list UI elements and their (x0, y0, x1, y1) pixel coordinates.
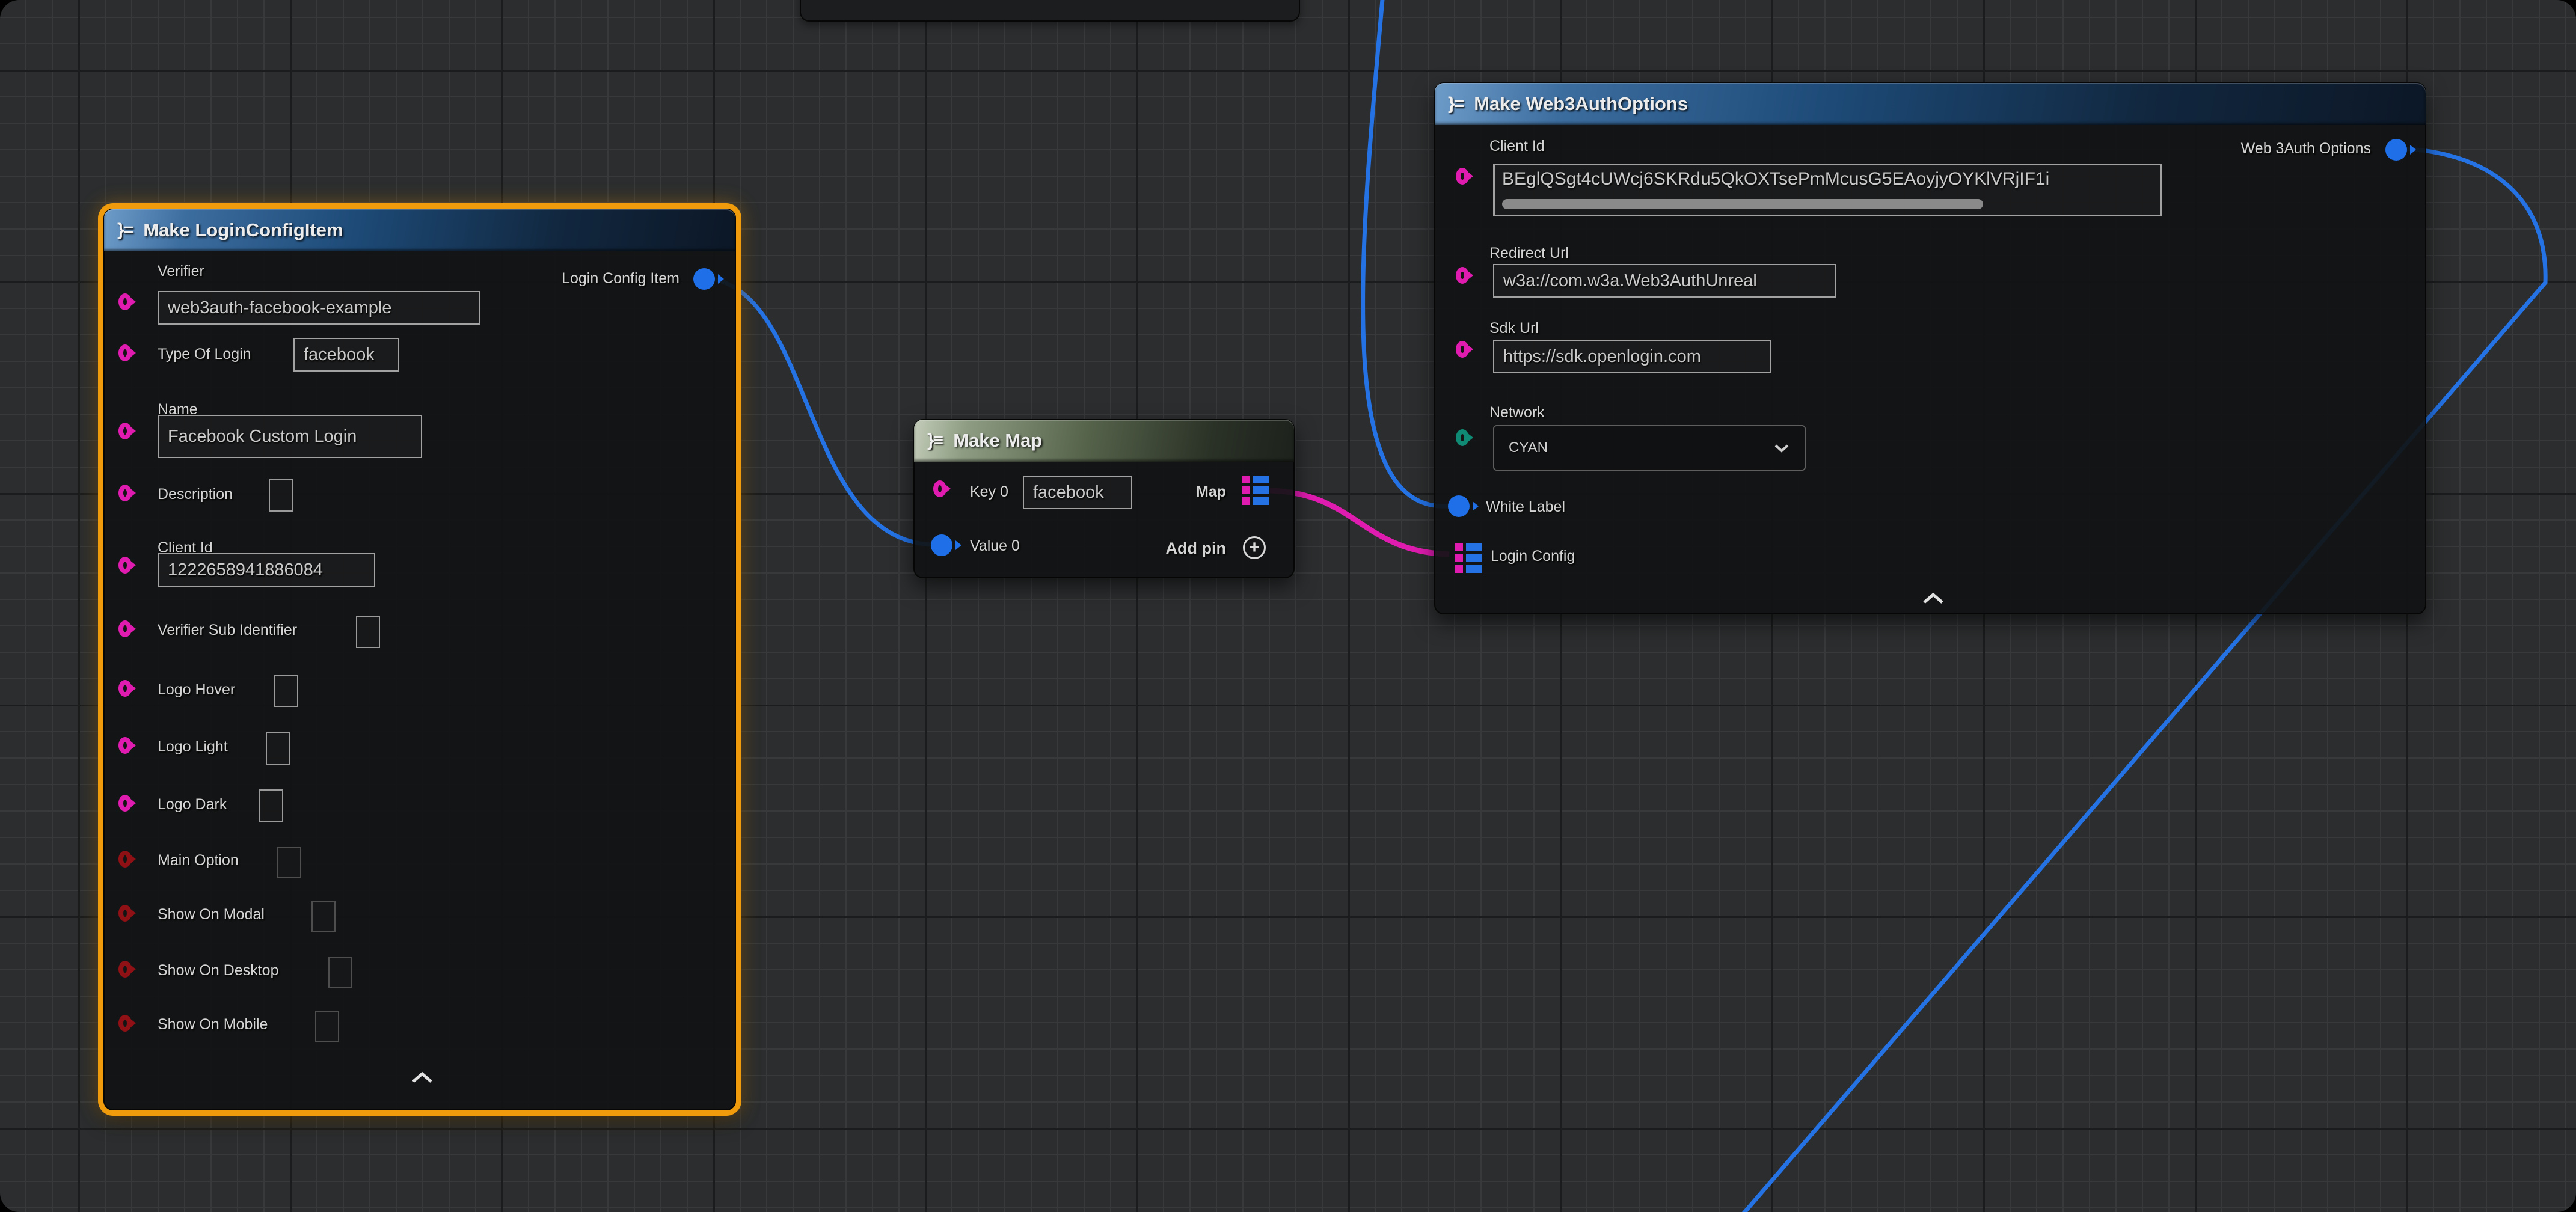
verifier-sub-identifier-input[interactable] (356, 616, 380, 648)
logo-dark-input[interactable] (259, 789, 283, 822)
node-header[interactable]: }≡ Make Map (914, 420, 1294, 462)
node-title: Make Web3AuthOptions (1474, 93, 1688, 115)
blueprint-graph-canvas[interactable]: }= Make LoginConfigItem Login Config Ite… (0, 0, 2576, 1212)
pin-label-logo-dark: Logo Dark (158, 796, 227, 813)
name-input[interactable]: Facebook Custom Login (158, 415, 422, 458)
pin-label-key-0: Key 0 (970, 483, 1008, 501)
client-id-input[interactable]: 1222658941886084 (158, 553, 375, 587)
pin-label-value-0: Value 0 (970, 537, 1020, 555)
node-title: Make Map (953, 430, 1042, 451)
sdk-url-input[interactable]: https://sdk.openlogin.com (1493, 340, 1771, 373)
node-make-web3authoptions[interactable]: }= Make Web3AuthOptions Web 3Auth Option… (1434, 82, 2426, 614)
pin-label-show-on-modal: Show On Modal (158, 906, 265, 923)
logo-light-input[interactable] (266, 732, 290, 765)
logo-hover-input[interactable] (274, 675, 298, 707)
pin-login-config-item-output[interactable] (693, 268, 715, 290)
map-output-pin-icon[interactable] (1242, 476, 1269, 505)
output-label: Web 3Auth Options (2241, 140, 2371, 158)
pin-logo-hover[interactable] (118, 680, 132, 697)
pin-label-main-option: Main Option (158, 852, 239, 869)
pin-label-type-of-login: Type Of Login (158, 346, 251, 363)
pin-label-client-id: Client Id (1489, 138, 1545, 155)
show-on-mobile-checkbox[interactable] (315, 1011, 339, 1042)
collapse-chevron-button[interactable] (409, 1071, 435, 1088)
wire-loginconfigitem-to-value0[interactable] (702, 278, 933, 545)
show-on-modal-checkbox[interactable] (311, 901, 336, 932)
pin-label-login-config: Login Config (1491, 548, 1575, 565)
pin-label-white-label: White Label (1486, 498, 1565, 516)
pin-label-verifier: Verifier (158, 263, 204, 280)
pin-logo-light[interactable] (118, 737, 132, 754)
pin-description[interactable] (118, 485, 132, 501)
type-of-login-input[interactable]: facebook (293, 338, 399, 372)
pin-client-id[interactable] (1456, 168, 1469, 185)
add-pin-button[interactable]: + (1243, 536, 1266, 559)
key-0-input[interactable]: facebook (1023, 476, 1132, 509)
pin-logo-dark[interactable] (118, 795, 132, 812)
pin-web3auth-options-output[interactable] (2385, 139, 2407, 161)
client-id-scrollbar[interactable] (1502, 199, 1983, 209)
pin-white-label[interactable] (1448, 495, 1470, 517)
pin-label-verifier-sub-identifier: Verifier Sub Identifier (158, 622, 297, 639)
redirect-url-input[interactable]: w3a://com.w3a.Web3AuthUnreal (1493, 264, 1836, 298)
pin-show-on-mobile[interactable] (118, 1015, 132, 1032)
make-struct-icon: }= (1448, 94, 1463, 114)
pin-type-of-login[interactable] (118, 344, 132, 361)
network-dropdown[interactable]: CYAN (1493, 425, 1806, 471)
pin-sdk-url[interactable] (1456, 341, 1469, 358)
description-input[interactable] (269, 479, 293, 512)
pin-name[interactable] (118, 423, 132, 439)
pin-label-show-on-mobile: Show On Mobile (158, 1016, 268, 1033)
pin-verifier[interactable] (118, 293, 132, 310)
pin-redirect-url[interactable] (1456, 267, 1469, 284)
main-option-checkbox[interactable] (277, 847, 301, 878)
make-struct-icon: }= (117, 220, 132, 240)
make-map-icon: }≡ (927, 430, 942, 451)
node-header[interactable]: }= Make LoginConfigItem (104, 209, 735, 251)
pin-label-logo-light: Logo Light (158, 738, 228, 756)
node-header[interactable]: }= Make Web3AuthOptions (1435, 83, 2426, 125)
offscreen-node-fragment[interactable] (800, 0, 1300, 22)
pin-main-option[interactable] (118, 851, 132, 868)
pin-network[interactable] (1456, 429, 1469, 446)
network-selected-value: CYAN (1509, 439, 1548, 456)
pin-label-network: Network (1489, 404, 1545, 421)
node-title: Make LoginConfigItem (143, 219, 343, 241)
pin-show-on-modal[interactable] (118, 905, 132, 922)
pin-value-0[interactable] (931, 534, 952, 556)
pin-label-show-on-desktop: Show On Desktop (158, 962, 279, 979)
pin-verifier-sub-identifier[interactable] (118, 620, 132, 637)
node-make-loginconfigitem[interactable]: }= Make LoginConfigItem Login Config Ite… (103, 209, 736, 1110)
client-id-text: BEglQSgt4cUWcj6SKRdu5QkOXTsePmMcusG5EAoy… (1502, 169, 2049, 189)
show-on-desktop-checkbox[interactable] (328, 957, 352, 988)
pin-client-id[interactable] (118, 557, 132, 574)
chevron-down-icon (1773, 443, 1790, 453)
pin-label-description: Description (158, 486, 233, 503)
pin-label-redirect-url: Redirect Url (1489, 245, 1569, 262)
client-id-input[interactable]: BEglQSgt4cUWcj6SKRdu5QkOXTsePmMcusG5EAoy… (1493, 164, 2162, 216)
node-make-map[interactable]: }≡ Make Map Key 0 facebook Map Value 0 A… (913, 419, 1295, 578)
pin-show-on-desktop[interactable] (118, 961, 132, 978)
verifier-input[interactable]: web3auth-facebook-example (158, 291, 480, 325)
pin-key-0[interactable] (933, 480, 946, 497)
pin-label-logo-hover: Logo Hover (158, 681, 235, 699)
pin-label-map-output: Map (1196, 483, 1226, 501)
collapse-chevron-button[interactable] (1920, 592, 1946, 609)
login-config-map-pin-icon[interactable] (1455, 543, 1482, 573)
pin-label-sdk-url: Sdk Url (1489, 320, 1539, 337)
output-label: Login Config Item (562, 270, 679, 287)
add-pin-label: Add pin (1166, 539, 1226, 558)
